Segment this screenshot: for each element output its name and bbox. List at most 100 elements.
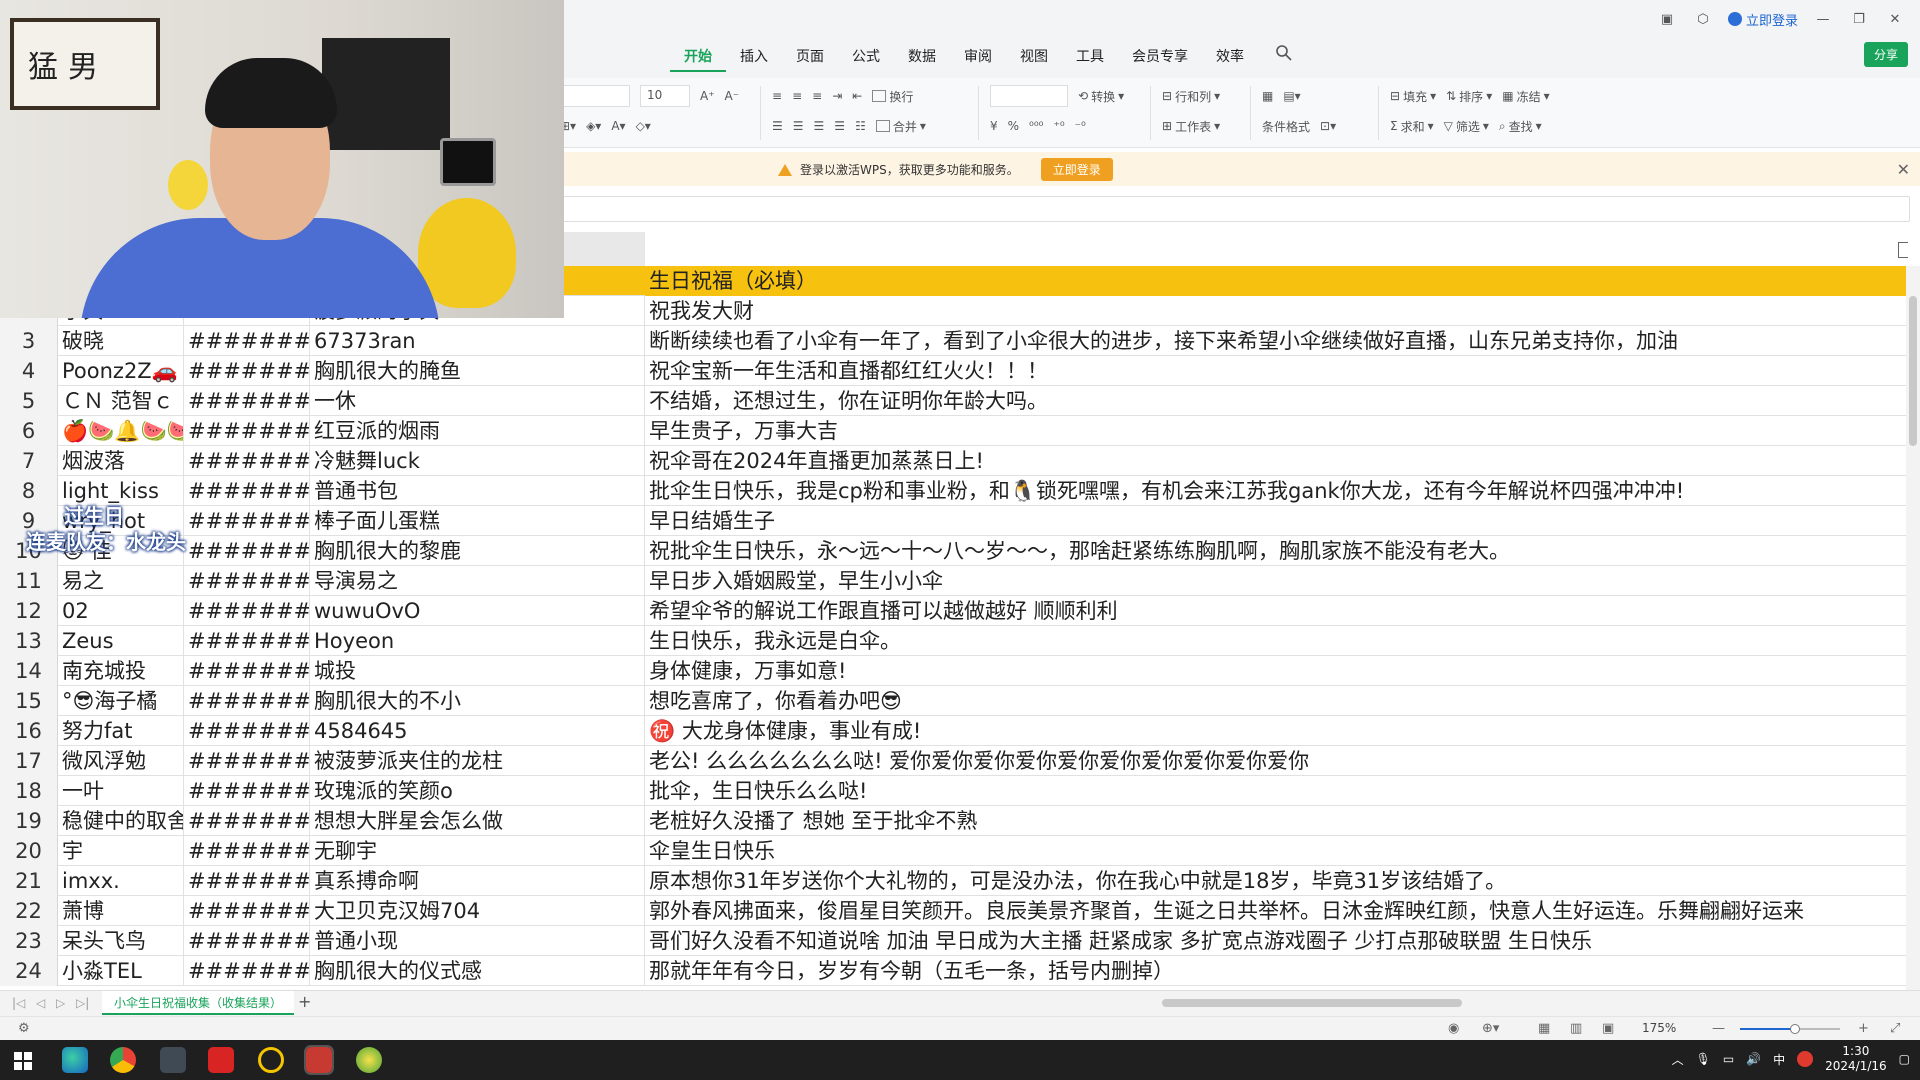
app-circle-icon[interactable] (258, 1047, 284, 1073)
tab-member[interactable]: 会员专享 (1118, 42, 1202, 72)
thousands-icon[interactable]: ⁰⁰⁰ (1029, 119, 1043, 133)
cube-icon[interactable]: ⬡ (1692, 8, 1714, 30)
convert-button[interactable]: ⟲ 转换 ▾ (1078, 88, 1124, 105)
row-number[interactable]: 5 (0, 386, 58, 416)
find-button[interactable]: ⌕ 查找 ▾ (1499, 118, 1542, 135)
cell-name[interactable]: 烟波落 (58, 446, 184, 476)
cell-nickname[interactable]: 67373ran (310, 326, 645, 356)
outdent-icon[interactable]: ⇤ (852, 89, 862, 103)
cell-wish[interactable]: 想吃喜席了，你看着办吧😎 (645, 686, 1906, 716)
cell-date[interactable]: ######### (184, 866, 310, 896)
expand-formula-icon[interactable] (1898, 242, 1908, 258)
cell-nickname[interactable]: 一休 (310, 386, 645, 416)
cell-wish[interactable]: 身体健康，万事如意! (645, 656, 1906, 686)
currency-icon[interactable]: ¥ (990, 119, 998, 133)
cell-date[interactable]: ######### (184, 446, 310, 476)
tab-review[interactable]: 审阅 (950, 42, 1006, 72)
horizontal-scroll-thumb[interactable] (1162, 999, 1462, 1007)
cell-date[interactable]: ######### (184, 566, 310, 596)
tab-view[interactable]: 视图 (1006, 42, 1062, 72)
freeze-button[interactable]: ▦ 冻结 ▾ (1502, 88, 1549, 105)
cell-name[interactable]: 南充城投 (58, 656, 184, 686)
wps-spreadsheet-icon[interactable] (304, 1045, 334, 1075)
notification-icon[interactable]: ▢ (1899, 1052, 1910, 1066)
cell-date[interactable]: ######### (184, 476, 310, 506)
align-center-icon[interactable]: ☰ (793, 119, 804, 133)
align-left-icon[interactable]: ☰ (772, 119, 783, 133)
cell-wish[interactable]: 祝伞宝新一年生活和直播都红红火火！！！ (645, 356, 1906, 386)
cell-nickname[interactable]: 胸肌很大的腌鱼 (310, 356, 645, 386)
cell-date[interactable]: ######### (184, 956, 310, 986)
cell-name[interactable]: Poonz2Z🚗 (58, 356, 184, 386)
row-number[interactable]: 11 (0, 566, 58, 596)
cell-name[interactable]: 🍎🍉🔔🍉🍉 (58, 416, 184, 446)
cell-nickname[interactable]: 城投 (310, 656, 645, 686)
font-name-select[interactable] (560, 85, 630, 107)
cell-wish[interactable]: 哥们好久没看不知道说啥 加油 早日成为大主播 赶紧成家 多扩宽点游戏圈子 少打点… (645, 926, 1906, 956)
filter-button[interactable]: ▽ 筛选 ▾ (1444, 118, 1489, 135)
cell-date[interactable]: ######### (184, 896, 310, 926)
cell-wish[interactable]: 祝伞哥在2024年直播更加蒸蒸日上! (645, 446, 1906, 476)
decrease-decimal-icon[interactable]: ⁻⁰ (1075, 119, 1086, 133)
row-number[interactable]: 23 (0, 926, 58, 956)
cell-date[interactable]: ######### (184, 776, 310, 806)
row-number[interactable]: 6 (0, 416, 58, 446)
cell-wish[interactable]: ㊗️ 大龙身体健康，事业有成! (645, 716, 1906, 746)
cell-date[interactable]: ######### (184, 836, 310, 866)
cell-date[interactable]: ######### (184, 356, 310, 386)
cell-nickname[interactable]: 胸肌很大的仪式感 (310, 956, 645, 986)
cell-wish[interactable]: 早生贵子，万事大吉 (645, 416, 1906, 446)
tab-page[interactable]: 页面 (782, 42, 838, 72)
macro-icon[interactable]: ⚙ (18, 1021, 30, 1036)
column-header[interactable] (560, 232, 645, 266)
cell-name[interactable]: ＣＮ 范智ｃ (58, 386, 184, 416)
cell-nickname[interactable]: 大卫贝克汉姆704 (310, 896, 645, 926)
cell-wish[interactable]: 老桩好久没播了 想她 至于批伞不熟 (645, 806, 1906, 836)
cell-wish[interactable]: 生日快乐，我永远是白伞。 (645, 626, 1906, 656)
cell-wish[interactable]: 祝批伞生日快乐，永～远～十～八～岁～～，那啥赶紧练练胸肌啊，胸肌家族不能没有老大… (645, 536, 1906, 566)
cell-wish[interactable]: 伞皇生日快乐 (645, 836, 1906, 866)
settings-icon[interactable]: ⊕▾ (1482, 1021, 1499, 1036)
vertical-scroll-thumb[interactable] (1909, 296, 1917, 446)
minimize-icon[interactable]: — (1812, 8, 1834, 30)
cell-nickname[interactable]: 红豆派的烟雨 (310, 416, 645, 446)
cell-date[interactable]: ######### (184, 746, 310, 776)
row-number[interactable]: 18 (0, 776, 58, 806)
cell-wish[interactable]: 那就年年有今日，岁岁有今朝（五毛一条，括号内删掉） (645, 956, 1906, 986)
vertical-scrollbar[interactable] (1906, 266, 1920, 990)
windows-start-icon[interactable] (14, 1052, 32, 1070)
cell-date[interactable]: ######### (184, 926, 310, 956)
wps-icon[interactable] (208, 1047, 234, 1073)
cond-format-icon[interactable]: ▦ (1262, 89, 1273, 103)
cell-name[interactable]: 宇 (58, 836, 184, 866)
cell-nickname[interactable]: Hoyeon (310, 626, 645, 656)
normal-view-icon[interactable]: ▦ (1538, 1021, 1550, 1036)
cell-nickname[interactable]: 普通小现 (310, 926, 645, 956)
row-number[interactable]: 24 (0, 956, 58, 986)
row-number[interactable]: 8 (0, 476, 58, 506)
tab-data[interactable]: 数据 (894, 42, 950, 72)
cell-nickname[interactable]: 导演易之 (310, 566, 645, 596)
cell-date[interactable]: ######### (184, 686, 310, 716)
number-format-select[interactable] (990, 85, 1068, 107)
clock[interactable]: 1:30 2024/1/16 (1825, 1044, 1887, 1074)
eye-protect-icon[interactable]: ◉ (1448, 1021, 1459, 1036)
cell-wish[interactable]: 原本想你31年岁送你个大礼物的，可是没办法，你在我心中就是18岁，毕竟31岁该结… (645, 866, 1906, 896)
cell-name[interactable]: 萧博 (58, 896, 184, 926)
tab-formula[interactable]: 公式 (838, 42, 894, 72)
table-style-icon[interactable]: ▤▾ (1283, 89, 1300, 103)
cell-name[interactable]: 破晓 (58, 326, 184, 356)
cell-wish[interactable]: 批伞生日快乐，我是cp粉和事业粉，和🐧锁死嘿嘿，有机会来江苏我gank你大龙，还… (645, 476, 1906, 506)
last-sheet-icon[interactable]: ▷| (76, 996, 89, 1010)
ime-indicator[interactable]: 中 (1773, 1051, 1785, 1068)
tab-start[interactable]: 开始 (670, 42, 726, 72)
cell-date[interactable]: ######### (184, 416, 310, 446)
cell-name[interactable]: imxx. (58, 866, 184, 896)
zoom-slider[interactable] (1740, 1024, 1840, 1034)
cell-nickname[interactable]: 真系搏命啊 (310, 866, 645, 896)
cell-wish[interactable]: 希望伞爷的解说工作跟直播可以越做越好 顺顺利利 (645, 596, 1906, 626)
row-number[interactable]: 22 (0, 896, 58, 926)
chevron-up-icon[interactable]: ︿ (1672, 1051, 1684, 1068)
fullscreen-icon[interactable]: ⤢ (1890, 1021, 1900, 1036)
align-right-icon[interactable]: ☰ (814, 119, 825, 133)
